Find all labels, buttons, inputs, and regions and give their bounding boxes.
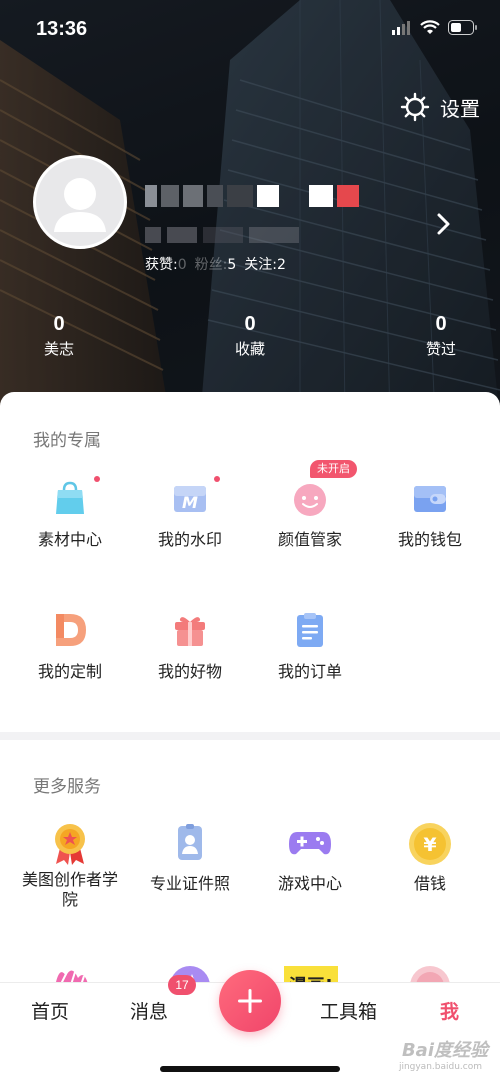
count-liked[interactable]: 0 赞过 — [401, 312, 481, 360]
item-label: 借钱 — [413, 874, 446, 893]
my-orders-item[interactable]: 我的订单 — [255, 610, 365, 682]
red-dot-indicator — [214, 476, 220, 482]
creator-academy-item[interactable]: 美图创作者学院 — [15, 822, 125, 910]
gear-icon — [400, 92, 430, 122]
tab-toolbox[interactable]: 工具箱 — [320, 997, 377, 1024]
my-custom-item[interactable]: 我的定制 — [15, 610, 125, 682]
item-label: 我的订单 — [277, 662, 342, 681]
order-list-icon — [297, 613, 323, 647]
home-indicator — [160, 1066, 340, 1072]
settings-button[interactable]: 设置 — [400, 92, 480, 122]
watermark-icon: M — [174, 486, 206, 512]
follow-value: 2 — [277, 257, 286, 273]
item-label: 专业证件照 — [149, 874, 230, 893]
id-photo-icon — [178, 824, 202, 860]
profile-counts: 0 美志 0 收藏 0 赞过 — [0, 312, 500, 362]
avatar[interactable] — [33, 155, 127, 249]
game-center-item[interactable]: 游戏中心 — [255, 822, 365, 894]
shopping-bag-icon — [56, 481, 84, 514]
wifi-icon — [420, 20, 440, 34]
my-wallet-item[interactable]: 我的钱包 — [375, 478, 485, 550]
id-photo-item[interactable]: 专业证件照 — [135, 822, 245, 894]
item-label: 我的好物 — [157, 662, 222, 681]
status-bar: 13:36 — [0, 0, 500, 60]
count-value: 0 — [435, 313, 447, 335]
count-meizhi[interactable]: 0 美志 — [19, 312, 99, 360]
red-dot-indicator — [94, 476, 100, 482]
item-label: 素材中心 — [37, 530, 102, 549]
tab-home[interactable]: 首页 — [31, 997, 69, 1024]
beauty-face-icon — [294, 484, 326, 516]
settings-label: 设置 — [440, 96, 480, 121]
item-label: 我的定制 — [37, 662, 102, 681]
custom-d-icon — [56, 614, 86, 646]
svg-text:¥: ¥ — [423, 834, 436, 856]
section-title: 更多服务 — [33, 777, 101, 797]
signature-blurred — [145, 227, 299, 243]
baidu-watermark-url: jingyan.baidu.com — [398, 1062, 482, 1072]
messages-badge: 17 — [168, 975, 196, 995]
medal-icon — [55, 824, 85, 865]
fans-value: 5 — [227, 257, 237, 273]
section-title: 我的专属 — [33, 431, 101, 451]
likes-value: 0 — [177, 257, 187, 273]
not-enabled-tag: 未开启 — [310, 460, 357, 478]
count-value: 0 — [53, 313, 65, 335]
count-favorites[interactable]: 0 收藏 — [210, 312, 290, 360]
battery-icon — [448, 20, 477, 35]
profile-stats: 获赞:0 粉丝:5 关注:2 — [145, 254, 286, 274]
beauty-manager-item[interactable]: 未开启 颜值管家 — [255, 460, 365, 550]
count-label: 收藏 — [234, 340, 265, 358]
username-blurred — [145, 185, 359, 207]
item-label: 我的钱包 — [397, 530, 462, 549]
default-avatar-icon — [54, 178, 106, 232]
follow-label: 关注: — [244, 257, 277, 273]
gamepad-icon — [289, 832, 331, 855]
plus-icon — [238, 989, 262, 1013]
my-exclusive-section: 我的专属 素材中心 M 我的水印 未开启 颜值管家 我的钱包 我的定制 我的好物… — [0, 392, 500, 732]
profile-header: 13:36 设置 获赞:0 粉丝:5 关注:2 0 美志 0 收藏 0 赞过 — [0, 0, 500, 420]
gift-icon — [175, 617, 205, 646]
svg-text:M: M — [182, 493, 198, 512]
status-time: 13:36 — [36, 18, 88, 40]
item-label: 我的水印 — [157, 530, 222, 549]
likes-label: 获赞: — [145, 257, 178, 273]
create-button[interactable] — [219, 970, 281, 1032]
baidu-watermark: Bai度经验 — [401, 1040, 488, 1061]
count-label: 美志 — [43, 340, 74, 358]
tab-messages[interactable]: 消息 — [130, 997, 168, 1024]
item-label: 颜值管家 — [277, 530, 342, 549]
cellular-signal-icon — [392, 20, 410, 35]
fans-label: 粉丝: — [194, 257, 228, 273]
material-center-item[interactable]: 素材中心 — [15, 476, 125, 550]
count-label: 赞过 — [425, 340, 456, 358]
tab-me[interactable]: 我 — [440, 997, 459, 1024]
yuan-coin-icon: ¥ — [409, 823, 451, 865]
item-label: 游戏中心 — [277, 874, 342, 893]
chevron-right-icon[interactable] — [436, 212, 452, 236]
my-good-things-item[interactable]: 我的好物 — [135, 610, 245, 682]
status-icons — [392, 20, 478, 35]
my-watermark-item[interactable]: M 我的水印 — [135, 476, 245, 550]
item-label: 美图创作者学院 — [22, 870, 119, 909]
wallet-icon — [414, 486, 446, 512]
borrow-money-item[interactable]: ¥ 借钱 — [375, 822, 485, 894]
count-value: 0 — [244, 313, 256, 335]
